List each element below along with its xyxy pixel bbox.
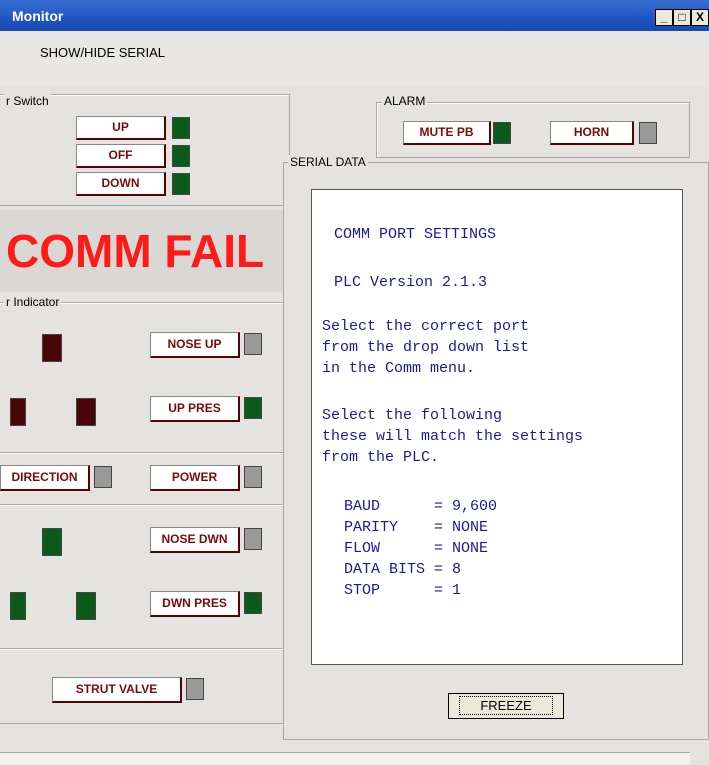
switch-off-lamp [172, 145, 190, 167]
strut-valve-button[interactable]: STRUT VALVE [52, 677, 182, 703]
serial-line: PARITY = NONE [344, 519, 489, 536]
freeze-label: FREEZE [459, 696, 553, 715]
menu-show-hide-serial[interactable]: SHOW/HIDE SERIAL [40, 45, 165, 60]
switch-group-label: r Switch [4, 94, 51, 108]
horn-button[interactable]: HORN [550, 121, 634, 145]
power-button[interactable]: POWER [150, 465, 240, 491]
indicator-lamp-5 [10, 592, 26, 620]
serial-line: these will match the settings [322, 428, 584, 445]
serial-line: from the drop down list [322, 339, 530, 356]
up-pres-button[interactable]: UP PRES [150, 396, 240, 422]
serial-line: FLOW = NONE [344, 540, 489, 557]
indicator-lamp-3 [76, 398, 96, 426]
serial-line: STOP = 1 [344, 582, 462, 599]
freeze-button[interactable]: FREEZE [448, 693, 564, 719]
serial-line: BAUD = 9,600 [344, 498, 498, 515]
mute-pb-button[interactable]: MUTE PB [403, 121, 491, 145]
alarm-group-label: ALARM [382, 94, 428, 108]
serial-line: in the Comm menu. [322, 360, 476, 377]
separator-2 [0, 504, 286, 506]
serial-line: PLC Version 2.1.3 [334, 274, 488, 291]
serial-text-area[interactable]: COMM PORT SETTINGS PLC Version 2.1.3 Sel… [311, 189, 683, 665]
switch-up-button[interactable]: UP [76, 116, 166, 140]
window-title: Monitor [12, 8, 64, 24]
indicator-lamp-4 [42, 528, 62, 556]
serial-line: from the PLC. [322, 449, 440, 466]
strut-valve-lamp [186, 678, 204, 700]
nose-up-lamp [244, 333, 262, 355]
nose-dwn-lamp [244, 528, 262, 550]
menu-bar: SHOW/HIDE SERIAL [0, 31, 709, 86]
mute-pb-lamp [493, 122, 511, 144]
nose-dwn-button[interactable]: NOSE DWN [150, 527, 240, 553]
switch-up-lamp [172, 117, 190, 139]
up-pres-lamp [244, 397, 262, 419]
direction-button[interactable]: DIRECTION [0, 465, 90, 491]
indicator-groupbox [0, 302, 290, 724]
nose-up-button[interactable]: NOSE UP [150, 332, 240, 358]
dwn-pres-lamp [244, 592, 262, 614]
serial-line: COMM PORT SETTINGS [334, 226, 497, 243]
serial-line: Select the correct port [322, 318, 530, 335]
title-bar: Monitor _ □ X [0, 0, 709, 31]
indicator-lamp-6 [76, 592, 96, 620]
bottom-panel [0, 752, 690, 765]
indicator-lamp-2 [10, 398, 26, 426]
serial-line: DATA BITS = 8 [344, 561, 462, 578]
switch-off-button[interactable]: OFF [76, 144, 166, 168]
serial-line: Select the following [322, 407, 503, 424]
minimize-button[interactable]: _ [655, 9, 673, 26]
indicator-lamp-1 [42, 334, 62, 362]
switch-down-button[interactable]: DOWN [76, 172, 166, 196]
serial-data-label: SERIAL DATA [288, 155, 368, 169]
close-button[interactable]: X [691, 9, 709, 26]
window-controls: _ □ X [655, 9, 709, 29]
dwn-pres-button[interactable]: DWN PRES [150, 591, 240, 617]
separator-3 [0, 648, 286, 650]
horn-lamp [639, 122, 657, 144]
maximize-button[interactable]: □ [673, 9, 691, 26]
comm-fail-banner: COMM FAIL [0, 210, 286, 292]
switch-down-lamp [172, 173, 190, 195]
direction-lamp [94, 466, 112, 488]
indicator-group-label: r Indicator [4, 295, 62, 309]
separator-1 [0, 452, 286, 454]
power-lamp [244, 466, 262, 488]
